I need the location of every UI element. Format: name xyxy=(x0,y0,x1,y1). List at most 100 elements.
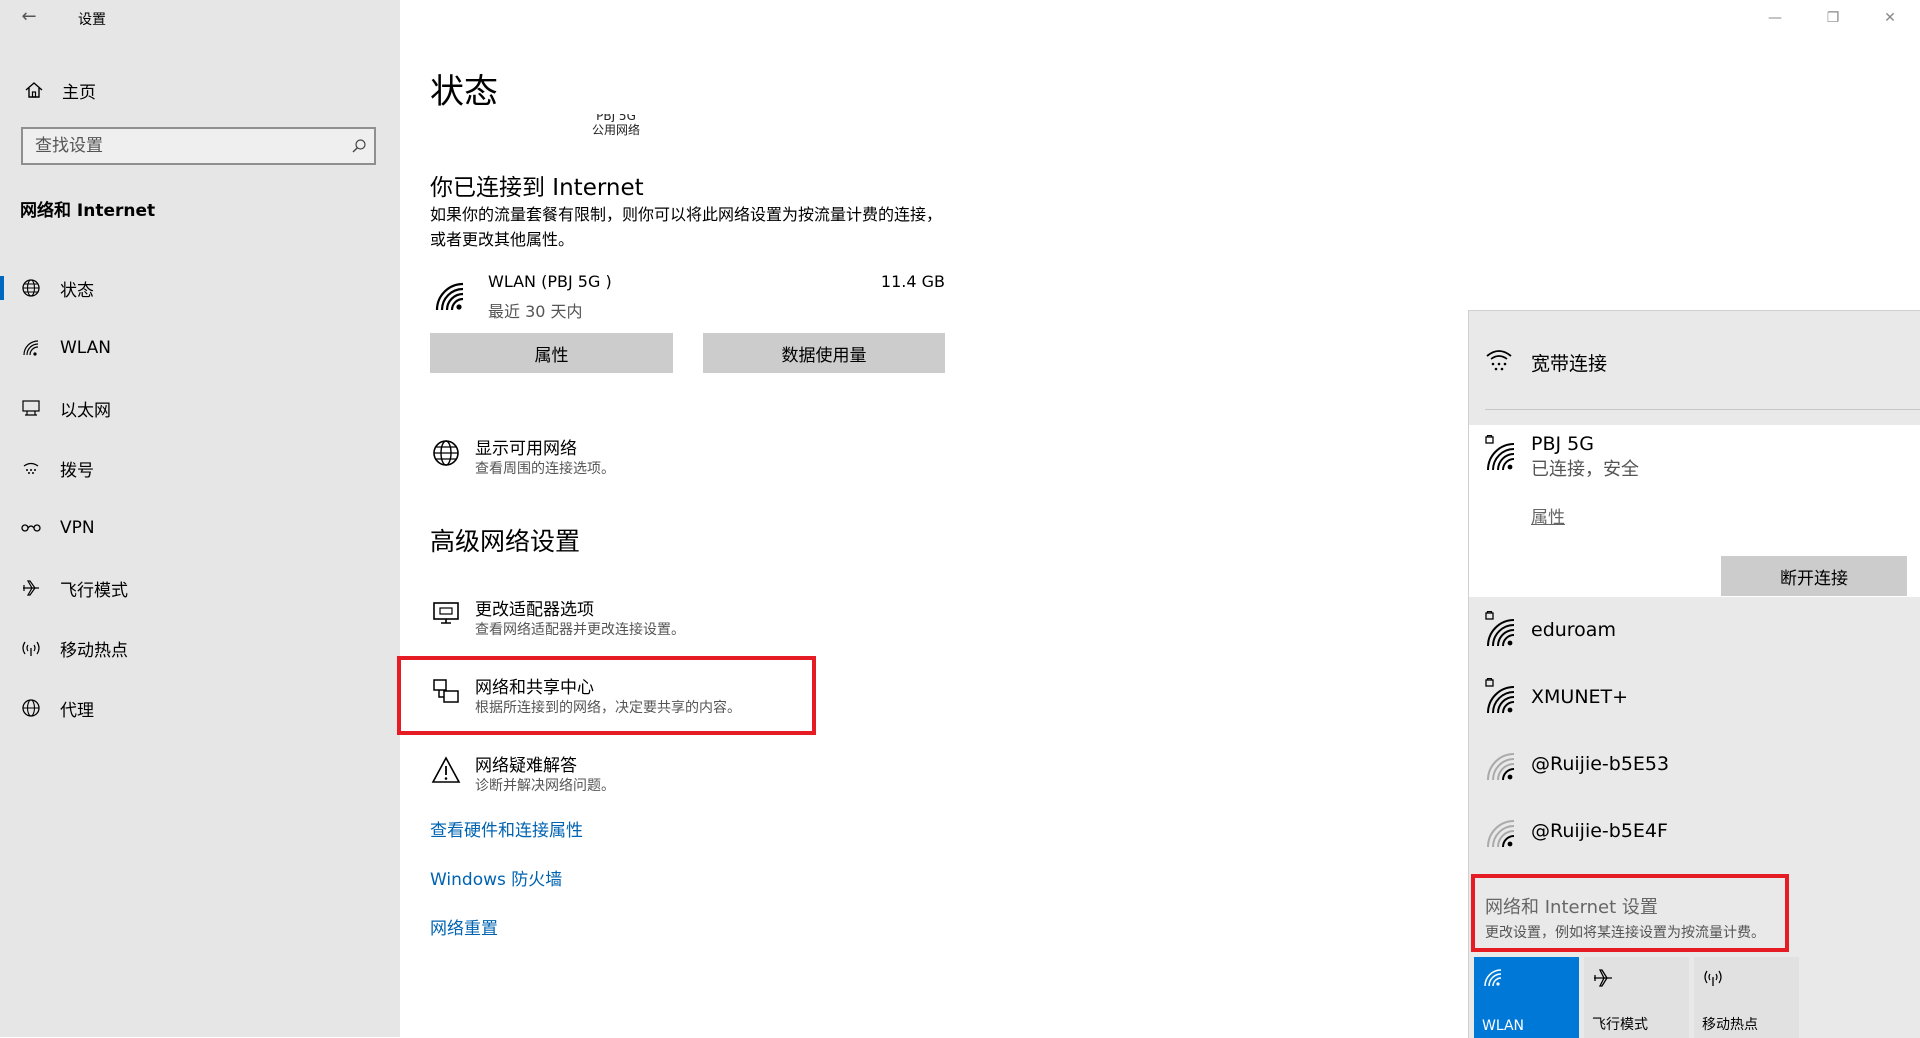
data-usage-row: WLAN (PBJ 5G ) 最近 30 天内 11.4 GB xyxy=(430,272,945,322)
warning-icon xyxy=(430,755,462,785)
sidebar-item-label: 状态 xyxy=(60,280,94,301)
search-icon[interactable] xyxy=(344,138,374,154)
network-settings-sub: 更改设置，例如将某连接设置为按流量计费。 xyxy=(1485,925,1765,941)
flyout-divider xyxy=(1485,409,1920,410)
network-type: 公用网络 xyxy=(591,123,640,137)
sidebar-item-vpn[interactable]: VPN xyxy=(0,498,400,558)
wifi-network-name: XMUNET+ xyxy=(1531,686,1629,708)
usage-network-name: WLAN (PBJ 5G ) xyxy=(488,272,612,291)
sidebar-item-hotspot[interactable]: 移动热点 xyxy=(0,618,400,678)
restore-button[interactable]: ❐ xyxy=(1813,6,1853,30)
quick-action-hotspot[interactable]: 移动热点 xyxy=(1694,957,1799,1038)
wifi-weak-icon xyxy=(1484,749,1518,787)
wifi-signal-icon xyxy=(434,280,468,318)
firewall-link[interactable]: Windows 防火墙 xyxy=(430,865,562,890)
change-adapter-link[interactable]: 更改适配器选项 查看网络适配器并更改连接设置。 xyxy=(430,595,850,645)
minimize-button[interactable]: — xyxy=(1755,6,1795,30)
vpn-icon xyxy=(18,518,44,538)
network-status-label: PBJ 5G 公用网络 xyxy=(576,114,656,138)
disconnect-button[interactable]: 断开连接 xyxy=(1721,556,1907,596)
wifi-network-name: @Ruijie-b5E4F xyxy=(1531,820,1668,842)
wifi-network-item[interactable]: @Ruijie-b5E53 xyxy=(1469,739,1920,795)
sidebar: ← 设置 主页 网络和 Internet 状态 WLAN xyxy=(0,0,400,1037)
sharing-center-icon xyxy=(430,677,462,707)
sidebar-item-label: 主页 xyxy=(62,82,96,103)
sidebar-item-ethernet[interactable]: 以太网 xyxy=(0,378,400,438)
wifi-weak-icon xyxy=(1484,816,1518,854)
usage-period: 最近 30 天内 xyxy=(488,302,583,321)
broadband-icon xyxy=(1484,345,1514,379)
ethernet-icon xyxy=(18,398,44,418)
globe-icon xyxy=(430,438,462,468)
connected-network-name: PBJ 5G xyxy=(1531,433,1594,455)
network-name: PBJ 5G xyxy=(596,114,636,122)
troubleshoot-sub: 诊断并解决网络问题。 xyxy=(475,778,615,794)
network-flyout: 宽带连接 PBJ 5G 已连接，安全 属性 断开连接 eduroam XMUNE… xyxy=(1468,310,1920,1038)
sidebar-nav: 状态 WLAN 以太网 拨号 VPN 飞行模式 移动热点 代理 xyxy=(0,258,400,738)
hotspot-icon xyxy=(1702,967,1724,993)
flyout-properties-link[interactable]: 属性 xyxy=(1531,503,1565,528)
sidebar-item-label: WLAN xyxy=(60,338,112,358)
wifi-icon xyxy=(1482,967,1504,993)
wifi-network-item[interactable]: @Ruijie-b5E4F xyxy=(1469,806,1920,862)
sidebar-item-label: 代理 xyxy=(60,700,94,721)
advanced-heading: 高级网络设置 xyxy=(430,527,581,556)
wifi-network-item[interactable]: XMUNET+ xyxy=(1469,672,1920,728)
sidebar-item-status[interactable]: 状态 xyxy=(0,258,400,318)
secured-wifi-icon xyxy=(1484,677,1518,720)
broadband-label: 宽带连接 xyxy=(1531,353,1608,375)
page-title: 状态 xyxy=(430,72,498,112)
sidebar-item-airplane[interactable]: 飞行模式 xyxy=(0,558,400,618)
quick-action-label: 移动热点 xyxy=(1702,1017,1758,1033)
connected-heading: 你已连接到 Internet xyxy=(430,175,644,201)
close-button[interactable]: ✕ xyxy=(1870,6,1910,30)
sidebar-item-label: 以太网 xyxy=(60,400,111,421)
troubleshoot-link[interactable]: 网络疑难解答 诊断并解决网络问题。 xyxy=(430,751,850,801)
airplane-icon xyxy=(1592,967,1614,993)
home-icon xyxy=(18,80,50,100)
sidebar-item-label: VPN xyxy=(60,518,95,538)
connected-description: 如果你的流量套餐有限制，则你可以将此网络设置为按流量计费的连接，或者更改其他属性… xyxy=(430,205,943,249)
hardware-properties-link[interactable]: 查看硬件和连接属性 xyxy=(430,816,583,841)
troubleshoot-title: 网络疑难解答 xyxy=(475,756,577,776)
network-reset-link[interactable]: 网络重置 xyxy=(430,914,498,939)
search-box xyxy=(21,127,376,165)
quick-action-airplane[interactable]: 飞行模式 xyxy=(1584,957,1689,1038)
change-adapter-sub: 查看网络适配器并更改连接设置。 xyxy=(475,622,685,638)
show-networks-sub: 查看周围的连接选项。 xyxy=(475,461,615,477)
sharing-center-link[interactable]: 网络和共享中心 根据所连接到的网络，决定要共享的内容。 xyxy=(430,673,850,723)
usage-amount: 11.4 GB xyxy=(880,272,945,291)
show-networks-title: 显示可用网络 xyxy=(475,439,577,459)
broadband-connection[interactable]: 宽带连接 xyxy=(1469,335,1920,395)
globe-icon xyxy=(18,698,44,718)
quick-action-wlan[interactable]: WLAN xyxy=(1474,957,1579,1038)
back-arrow-icon[interactable]: ← xyxy=(18,6,40,28)
sidebar-item-home[interactable]: 主页 xyxy=(0,74,400,106)
adapter-monitor-icon xyxy=(430,599,462,629)
quick-action-label: 飞行模式 xyxy=(1592,1017,1648,1033)
sidebar-item-label: 移动热点 xyxy=(60,640,128,661)
wifi-network-name: eduroam xyxy=(1531,619,1616,641)
wifi-network-name: @Ruijie-b5E53 xyxy=(1531,753,1670,775)
show-networks-link[interactable]: 显示可用网络 查看周围的连接选项。 xyxy=(430,434,850,484)
data-usage-button[interactable]: 数据使用量 xyxy=(703,333,945,373)
sidebar-item-proxy[interactable]: 代理 xyxy=(0,678,400,738)
secured-wifi-icon xyxy=(1484,434,1518,477)
globe-status-icon xyxy=(18,278,44,298)
sharing-center-sub: 根据所连接到的网络，决定要共享的内容。 xyxy=(475,700,741,716)
sidebar-item-dialup[interactable]: 拨号 xyxy=(0,438,400,498)
hotspot-icon xyxy=(18,638,44,658)
connected-network-item[interactable]: PBJ 5G 已连接，安全 属性 断开连接 xyxy=(1469,425,1920,597)
search-input[interactable] xyxy=(23,135,344,157)
quick-action-label: WLAN xyxy=(1482,1018,1525,1034)
sharing-center-title: 网络和共享中心 xyxy=(475,678,594,698)
connected-network-status: 已连接，安全 xyxy=(1531,459,1639,480)
wifi-network-item[interactable]: eduroam xyxy=(1469,605,1920,661)
sidebar-item-label: 飞行模式 xyxy=(60,580,128,601)
airplane-icon xyxy=(18,578,44,598)
sidebar-item-wlan[interactable]: WLAN xyxy=(0,318,400,378)
secured-wifi-icon xyxy=(1484,610,1518,653)
sidebar-item-label: 拨号 xyxy=(60,460,94,481)
properties-button[interactable]: 属性 xyxy=(430,333,673,373)
network-settings-link[interactable]: 网络和 Internet 设置 xyxy=(1485,893,1658,919)
